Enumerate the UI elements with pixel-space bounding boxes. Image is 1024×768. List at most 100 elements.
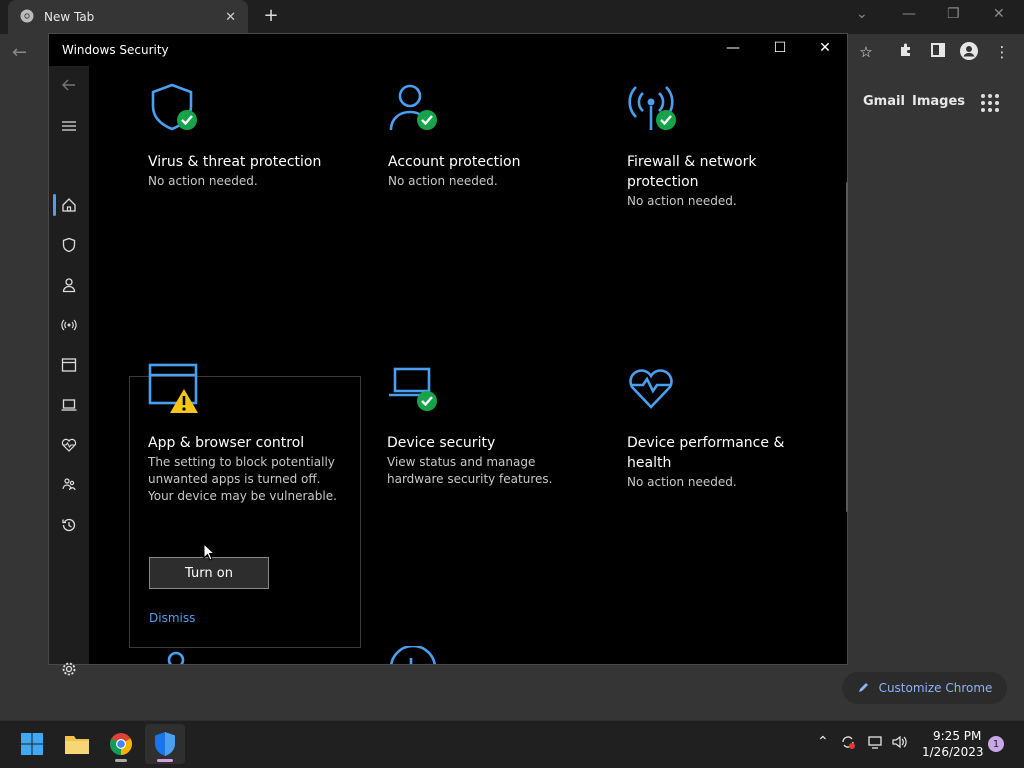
tile-heading: Virus & threat protection <box>148 154 322 170</box>
tile-heading: App & browser control <box>148 435 305 451</box>
chrome-logo-icon <box>20 8 34 27</box>
heart-pulse-icon <box>629 369 673 409</box>
chrome-tab[interactable]: New Tab ✕ <box>8 0 248 34</box>
tile-status-line1: View status and manage <box>387 455 536 469</box>
chevron-up-icon[interactable]: ⌃ <box>817 734 829 750</box>
folder-icon <box>65 736 89 754</box>
chrome-close-button[interactable]: ✕ <box>993 6 1005 22</box>
notification-badge[interactable]: 1 <box>988 736 1004 752</box>
nav-protection-history[interactable] <box>49 510 89 540</box>
customize-chrome-button[interactable]: Customize Chrome <box>842 672 1007 704</box>
tile-account-protection[interactable]: Account protection No action needed. <box>388 82 620 222</box>
tile-status-line3: Your device may be vulnerable. <box>148 489 337 503</box>
customize-chrome-label: Customize Chrome <box>878 681 993 695</box>
nav-menu-button[interactable] <box>49 111 89 141</box>
nav-virus-protection[interactable] <box>49 230 89 260</box>
extensions-icon[interactable] <box>896 42 916 62</box>
nav-settings[interactable] <box>49 654 89 684</box>
gmail-link[interactable]: Gmail <box>863 94 905 109</box>
nav-device-security[interactable] <box>49 390 89 420</box>
side-panel-icon[interactable] <box>928 42 948 62</box>
tile-virus-protection[interactable]: Virus & threat protection No action need… <box>148 82 380 222</box>
shield-icon <box>62 237 76 253</box>
person-check-icon <box>389 84 437 131</box>
chrome-restore-button[interactable]: ❐ <box>947 6 960 22</box>
history-icon <box>62 518 76 532</box>
new-tab-button[interactable]: + <box>260 5 282 27</box>
clock-date[interactable]: 1/26/2023 <box>922 745 984 759</box>
tab-search-icon[interactable]: ⌄ <box>856 6 868 22</box>
turn-on-button[interactable]: Turn on <box>149 557 269 589</box>
chrome-minimize-button[interactable]: — <box>902 6 916 22</box>
tile-heading-line1: Device performance & <box>627 435 785 451</box>
windows-logo-icon <box>21 733 43 755</box>
nav-home[interactable] <box>49 190 89 220</box>
windows-security-window: Windows Security — ☐ ✕ Virus & threat pr… <box>48 33 848 676</box>
tab-close-icon[interactable]: ✕ <box>225 10 236 25</box>
volume-icon[interactable] <box>891 734 909 754</box>
family-icon <box>167 651 185 664</box>
google-apps-icon[interactable] <box>981 94 999 112</box>
tile-status-line2: unwanted apps is turned off. <box>148 472 321 486</box>
back-arrow-icon <box>62 79 75 91</box>
shield-check-icon <box>151 83 197 131</box>
history-icon <box>390 646 436 664</box>
network-icon[interactable] <box>867 734 883 754</box>
start-button[interactable] <box>12 724 52 764</box>
star-icon[interactable]: ☆ <box>856 42 876 62</box>
heart-pulse-icon <box>61 438 77 452</box>
nav-account-protection[interactable] <box>49 270 89 300</box>
shield-icon <box>155 732 175 756</box>
tile-device-security[interactable]: Device security View status and manage h… <box>387 363 619 503</box>
family-icon <box>62 478 76 491</box>
browser-window-icon <box>61 358 77 372</box>
images-link[interactable]: Images <box>912 94 965 109</box>
clock-time[interactable]: 9:25 PM <box>933 729 981 743</box>
nav-device-performance[interactable] <box>49 430 89 460</box>
tile-status: No action needed. <box>627 194 737 208</box>
antenna-check-icon <box>628 86 676 130</box>
profile-icon[interactable] <box>959 42 979 62</box>
nav-firewall[interactable] <box>49 310 89 340</box>
laptop-check-icon <box>389 367 437 411</box>
windows-security-taskbar-button[interactable] <box>145 724 185 764</box>
chrome-menu-icon[interactable]: ⋮ <box>992 42 1012 62</box>
antenna-icon <box>61 319 77 331</box>
scrollbar-thumb[interactable] <box>846 182 848 512</box>
tile-heading-line1: Firewall & network <box>627 154 757 170</box>
tile-heading: Account protection <box>388 154 521 170</box>
sync-icon[interactable] <box>840 734 856 754</box>
laptop-icon <box>61 399 77 411</box>
tile-firewall[interactable]: Firewall & network protection No action … <box>627 82 847 242</box>
active-indicator <box>157 759 173 762</box>
tile-status-line1: The setting to block potentially <box>148 455 335 469</box>
tab-title: New Tab <box>44 10 95 24</box>
person-icon <box>62 278 76 293</box>
mouse-cursor-icon <box>203 543 215 561</box>
tile-device-performance[interactable]: Device performance & health No action ne… <box>627 363 847 523</box>
window-title: Windows Security <box>62 43 169 57</box>
dismiss-link[interactable]: Dismiss <box>149 611 195 625</box>
file-explorer-button[interactable] <box>57 724 97 764</box>
tile-heading: Device security <box>387 435 496 451</box>
tile-heading-line2: protection <box>627 174 699 190</box>
ws-main-content: Virus & threat protection No action need… <box>89 66 847 664</box>
chrome-taskbar-button[interactable] <box>101 724 141 764</box>
maximize-button[interactable]: ☐ <box>770 40 790 56</box>
gear-icon <box>62 662 76 676</box>
tile-status: No action needed. <box>627 475 737 489</box>
nav-back-button[interactable] <box>49 70 89 100</box>
minimize-button[interactable]: — <box>723 40 743 56</box>
tile-status-line2: hardware security features. <box>387 472 553 486</box>
home-icon <box>62 198 76 212</box>
tile-status: No action needed. <box>388 174 498 188</box>
close-button[interactable]: ✕ <box>815 40 835 56</box>
nav-app-browser[interactable] <box>49 350 89 380</box>
nav-family-options[interactable] <box>49 470 89 500</box>
back-arrow-icon[interactable]: ← <box>12 42 27 63</box>
nav-sidebar <box>49 66 89 676</box>
chrome-logo-icon <box>110 733 132 755</box>
running-indicator <box>115 759 127 762</box>
hamburger-icon <box>62 121 76 131</box>
tile-status: No action needed. <box>148 174 258 188</box>
